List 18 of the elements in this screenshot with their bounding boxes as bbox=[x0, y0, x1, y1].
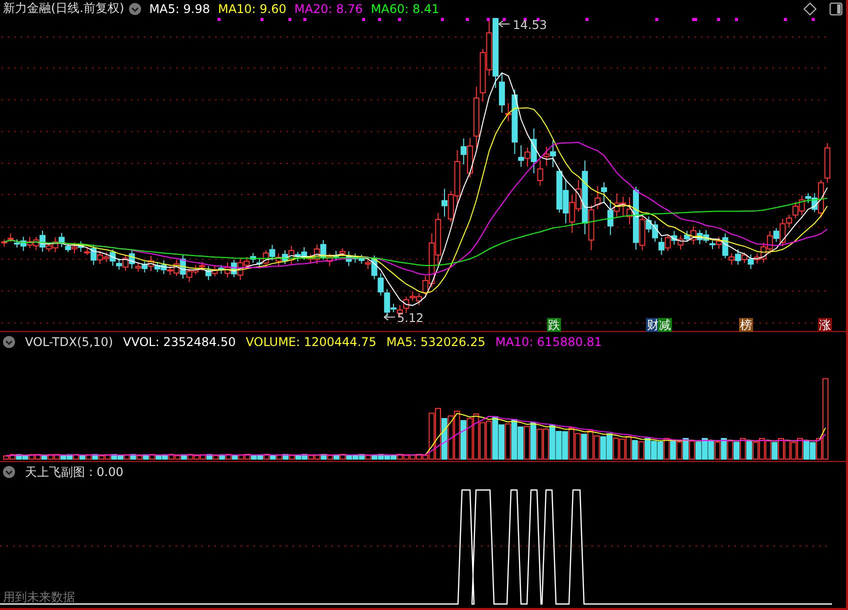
moving-average-value: MA10: 9.60 bbox=[218, 2, 286, 16]
volume-value: MA5: 532026.25 bbox=[386, 334, 486, 349]
indicator-title: 天上飞副图 : 0.00 bbox=[25, 464, 124, 480]
future-data-note: 用到未来数据 bbox=[3, 589, 75, 606]
volume-value: MA10: 615880.81 bbox=[495, 334, 602, 349]
moving-average-value: MA5: 9.98 bbox=[149, 2, 210, 16]
low-price-label: 5.12 bbox=[397, 311, 424, 326]
signal-tag: 跌 bbox=[547, 318, 561, 332]
moving-average-value: MA60: 8.41 bbox=[370, 2, 440, 16]
volume-value: VOLUME: 1200444.75 bbox=[246, 334, 376, 349]
stock-title: 新力金融(日线.前复权) bbox=[3, 0, 124, 18]
signal-tag: 涨 bbox=[818, 318, 832, 332]
signal-tag: 榜 bbox=[739, 318, 753, 332]
high-price-label: 14.53 bbox=[512, 18, 547, 32]
moving-average-value: MA20: 8.76 bbox=[294, 2, 363, 16]
signal-tag: 减 bbox=[658, 318, 672, 332]
volume-value: VVOL: 2352484.50 bbox=[123, 334, 236, 349]
indicator-title: VOL-TDX(5,10) bbox=[25, 334, 114, 349]
